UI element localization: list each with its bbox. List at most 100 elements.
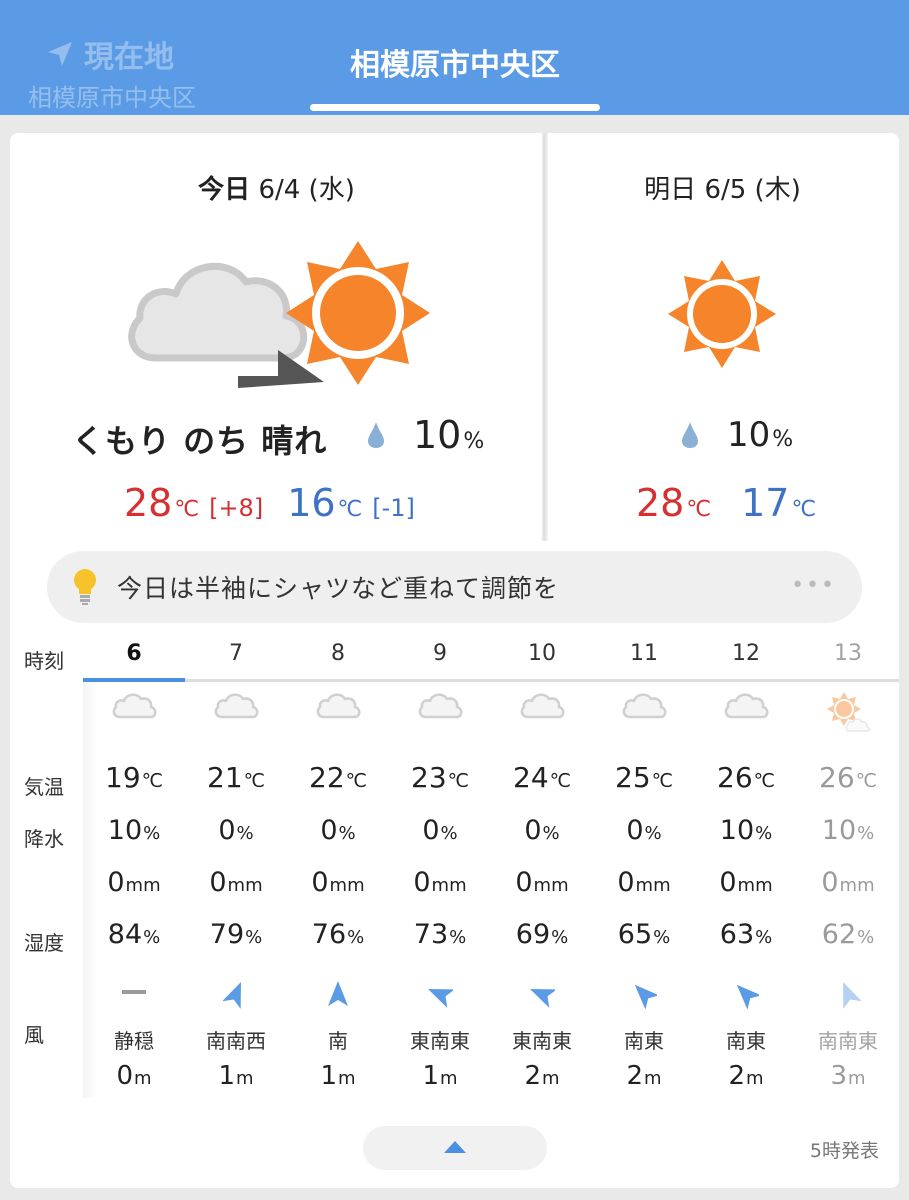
precip-mm-cell: 0mm bbox=[185, 867, 287, 898]
wind-arrow-icon bbox=[593, 979, 695, 1013]
wind-speed-value: 1 bbox=[422, 1061, 439, 1091]
wind-speed-cell: 0m bbox=[83, 1061, 185, 1091]
hour-axis-line bbox=[83, 679, 899, 682]
wind-arrow-icon bbox=[185, 979, 287, 1013]
pop-cell: 0% bbox=[593, 815, 695, 846]
tomorrow-panel[interactable]: 明日 6/5 (木) 10% 28 ℃ 17 ℃ bbox=[546, 133, 899, 553]
humidity-cell: 76% bbox=[287, 919, 389, 950]
tomorrow-pop-unit: % bbox=[772, 427, 794, 452]
pop-unit: % bbox=[143, 823, 161, 844]
temp-unit: ℃ bbox=[243, 770, 265, 792]
current-location-tab[interactable]: 現在地 相模原市中央区 bbox=[28, 32, 228, 112]
wind-speed-unit: m bbox=[236, 1068, 254, 1089]
wind-direction-cell: 南南西 bbox=[185, 1025, 287, 1054]
wind-speed-cell: 2m bbox=[491, 1061, 593, 1091]
temp-unit: ℃ bbox=[753, 770, 775, 792]
temp-unit: ℃ bbox=[855, 770, 877, 792]
tomorrow-high-unit: ℃ bbox=[686, 497, 712, 522]
temp-unit: ℃ bbox=[651, 770, 673, 792]
pop-unit: % bbox=[857, 823, 875, 844]
humidity-unit: % bbox=[551, 927, 569, 948]
wind-direction-cell: 南東 bbox=[593, 1025, 695, 1054]
cloud-icon bbox=[491, 691, 593, 725]
temp-unit: ℃ bbox=[345, 770, 367, 792]
pop-value: 10 bbox=[107, 815, 143, 846]
humidity-value: 65 bbox=[617, 919, 653, 950]
humidity-unit: % bbox=[143, 927, 161, 948]
wind-speed-cell: 1m bbox=[287, 1061, 389, 1091]
pop-unit: % bbox=[440, 823, 458, 844]
humidity-cell: 73% bbox=[389, 919, 491, 950]
mm-value: 0 bbox=[515, 867, 533, 898]
wind-speed-unit: m bbox=[848, 1068, 866, 1089]
label-humidity: 湿度 bbox=[24, 931, 64, 955]
cloud-icon bbox=[593, 691, 695, 725]
city-tab-sagamihara-chuo[interactable]: 相模原市中央区 bbox=[310, 40, 600, 84]
tomorrow-date: 明日 6/5 (木) bbox=[546, 169, 899, 206]
temp-value: 25 bbox=[615, 761, 651, 794]
today-pop-unit: % bbox=[463, 429, 485, 454]
humidity-value: 79 bbox=[209, 919, 245, 950]
humidity-unit: % bbox=[653, 927, 671, 948]
wind-arrow-icon bbox=[389, 979, 491, 1013]
hour-value: 10 bbox=[528, 641, 556, 666]
location-arrow-icon bbox=[48, 42, 72, 66]
mm-unit: mm bbox=[533, 875, 569, 896]
collapse-button[interactable] bbox=[363, 1126, 547, 1170]
temp-cell: 26℃ bbox=[797, 761, 899, 794]
temp-cell: 19℃ bbox=[83, 761, 185, 794]
humidity-cell: 84% bbox=[83, 919, 185, 950]
wind-direction: 南東 bbox=[726, 1029, 766, 1053]
pop-cell: 0% bbox=[185, 815, 287, 846]
humidity-unit: % bbox=[347, 927, 365, 948]
precip-mm-cell: 0mm bbox=[83, 867, 185, 898]
wind-direction-cell: 静穏 bbox=[83, 1025, 185, 1054]
hour-value: 7 bbox=[229, 641, 243, 666]
today-weather-text: くもり のち 晴れ bbox=[72, 422, 328, 460]
wind-direction-cell: 南 bbox=[287, 1025, 389, 1054]
wind-speed-unit: m bbox=[440, 1068, 458, 1089]
hourly-forecast-table[interactable]: 6 19℃ 10% 0mm 84% 静穏 0m 7 21℃ 0% 0mm 79% 南南西 1m 8 22℃ 0%… bbox=[83, 633, 899, 1103]
today-date: 今日 6/4 (水) bbox=[10, 169, 543, 206]
pop-cell: 10% bbox=[83, 815, 185, 846]
mm-value: 0 bbox=[107, 867, 125, 898]
precip-mm-cell: 0mm bbox=[389, 867, 491, 898]
sun-with-cloud-icon bbox=[797, 691, 899, 739]
pop-cell: 10% bbox=[695, 815, 797, 846]
cloudy-then-sunny-icon bbox=[128, 241, 430, 388]
temp-cell: 23℃ bbox=[389, 761, 491, 794]
mm-unit: mm bbox=[329, 875, 365, 896]
today-high: 28 bbox=[124, 481, 173, 525]
humidity-cell: 65% bbox=[593, 919, 695, 950]
hour-cell: 9 bbox=[389, 641, 491, 666]
humidity-unit: % bbox=[755, 927, 773, 948]
today-low: 16 bbox=[287, 481, 336, 525]
wind-direction: 南東 bbox=[624, 1029, 664, 1053]
today-low-diff: [-1] bbox=[372, 494, 415, 522]
hour-value: 6 bbox=[126, 641, 142, 666]
temp-cell: 21℃ bbox=[185, 761, 287, 794]
humidity-cell: 62% bbox=[797, 919, 899, 950]
today-panel: 今日 6/4 (水) くもり のち 晴れ 10% 28 ℃ [+8] 16 ℃ [-… bbox=[10, 133, 543, 553]
hour-value: 11 bbox=[630, 641, 658, 666]
precip-mm-cell: 0mm bbox=[695, 867, 797, 898]
humidity-cell: 79% bbox=[185, 919, 287, 950]
mm-value: 0 bbox=[821, 867, 839, 898]
wind-speed-unit: m bbox=[644, 1068, 662, 1089]
temp-unit: ℃ bbox=[549, 770, 571, 792]
tomorrow-low-unit: ℃ bbox=[791, 497, 817, 522]
humidity-value: 84 bbox=[107, 919, 143, 950]
today-temps: 28 ℃ [+8] 16 ℃ [-1] bbox=[124, 481, 415, 525]
issued-time: 5時発表 bbox=[809, 1140, 879, 1162]
precip-mm-cell: 0mm bbox=[797, 867, 899, 898]
pop-cell: 0% bbox=[491, 815, 593, 846]
more-options-icon[interactable]: ••• bbox=[791, 573, 836, 598]
cloud-icon bbox=[389, 691, 491, 725]
mm-unit: mm bbox=[737, 875, 773, 896]
advice-banner[interactable]: 今日は半袖にシャツなど重ねて調節を ••• bbox=[47, 551, 862, 623]
today-label: 今日 bbox=[198, 175, 251, 205]
pop-unit: % bbox=[644, 823, 662, 844]
pop-unit: % bbox=[236, 823, 254, 844]
sunny-icon bbox=[668, 260, 776, 368]
pop-unit: % bbox=[338, 823, 356, 844]
